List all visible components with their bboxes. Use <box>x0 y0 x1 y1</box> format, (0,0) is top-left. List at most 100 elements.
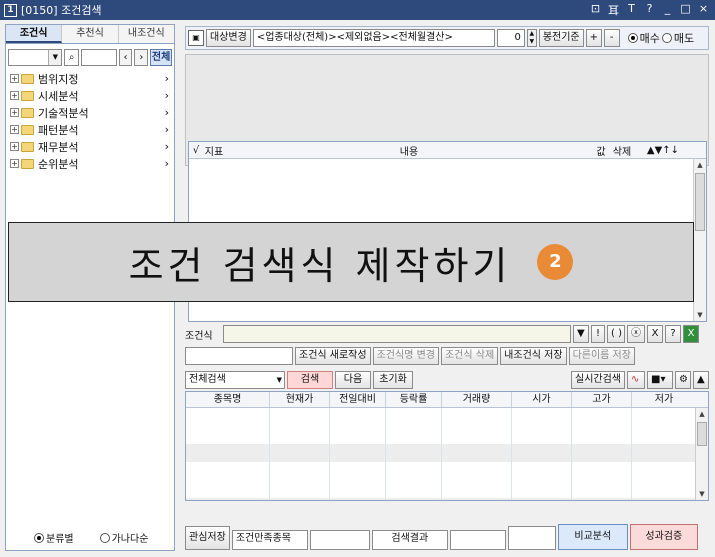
expand-icon[interactable]: + <box>10 142 19 151</box>
match-label: 조건만족종목 <box>231 530 308 550</box>
menu-icon[interactable]: ■▾ <box>647 371 673 389</box>
category-select[interactable]: ▼ <box>8 48 63 66</box>
condition-actions: 조건식 새로작성 조건식명 변경 조건식 삭제 내조건식 저장 다른이름 저장 <box>185 346 709 366</box>
scroll-thumb[interactable] <box>695 173 705 231</box>
bar-count-input[interactable]: 0 <box>496 29 525 47</box>
radio-sell[interactable]: 매도 <box>661 30 694 46</box>
col-open[interactable]: 시가 <box>512 392 572 407</box>
radio-by-category[interactable]: 분류별 <box>34 530 74 545</box>
next-button[interactable]: › <box>134 48 149 66</box>
scrollbar[interactable]: ▲ ▼ <box>695 408 708 500</box>
result-rows <box>186 408 696 500</box>
tree-item[interactable]: + 범위지정 › <box>6 70 174 87</box>
maximize-icon[interactable]: □ <box>680 2 691 18</box>
scrollbar[interactable]: ▲ ▼ <box>693 159 706 321</box>
expand-icon[interactable]: + <box>10 91 19 100</box>
prev-button[interactable]: ‹ <box>118 48 133 66</box>
help-icon[interactable]: ? <box>644 2 655 18</box>
minimize-icon[interactable]: _ <box>662 2 673 18</box>
collapse-icon[interactable]: ▲ <box>693 371 709 389</box>
expand-icon[interactable]: + <box>10 74 19 83</box>
scroll-up-icon[interactable]: ▲ <box>694 159 706 171</box>
next-page-button[interactable]: 다음 <box>335 371 371 389</box>
tab-my-condition[interactable]: 내조건식 <box>119 25 174 43</box>
save-condition-button[interactable]: 내조건식 저장 <box>500 347 567 365</box>
realtime-search-button[interactable]: 실시간검색 <box>571 371 625 389</box>
expand-icon[interactable]: + <box>10 159 19 168</box>
help-button[interactable]: ? <box>665 325 681 343</box>
col-volume[interactable]: 거래량 <box>442 392 512 407</box>
col-delete[interactable]: 삭제 <box>609 143 635 158</box>
col-change[interactable]: 전일대비 <box>330 392 386 407</box>
plus-button[interactable]: + <box>585 29 602 47</box>
clear-button[interactable]: X <box>647 325 663 343</box>
col-rate[interactable]: 등락률 <box>386 392 442 407</box>
close-icon[interactable]: × <box>698 2 709 18</box>
dropdown-button[interactable]: ▼ <box>573 325 589 343</box>
col-value[interactable]: 값 <box>593 143 609 158</box>
xor-button[interactable]: ⓧ <box>627 325 645 343</box>
tree-item[interactable]: + 기술적분석 › <box>6 104 174 121</box>
scroll-down-icon[interactable]: ▼ <box>696 488 708 500</box>
radio-buy[interactable]: 매수 <box>627 30 660 46</box>
search-input[interactable] <box>81 48 117 66</box>
radio-icon <box>99 532 110 543</box>
tab-condition[interactable]: 조건식 <box>6 25 63 43</box>
search-scope-select[interactable]: 전체검색 ▼ <box>185 371 285 389</box>
chart-icon[interactable]: ∿ <box>627 371 645 389</box>
delete-condition-button[interactable]: 조건식 삭제 <box>440 347 499 365</box>
folder-icon <box>21 73 34 84</box>
reset-button[interactable]: 초기화 <box>373 371 413 389</box>
paren-button[interactable]: ( ) <box>607 325 625 343</box>
search-icon[interactable]: ⌕ <box>64 48 80 66</box>
search-button[interactable]: 검색 <box>287 371 333 389</box>
condition-label: 조건식 <box>185 330 213 342</box>
col-order[interactable]: ▲▼↑↓ <box>635 145 691 156</box>
table-col <box>512 408 572 500</box>
scroll-thumb[interactable] <box>697 422 707 446</box>
scroll-down-icon[interactable]: ▼ <box>694 309 706 321</box>
minus-button[interactable]: - <box>603 29 620 47</box>
col-content[interactable]: 내용 <box>225 143 593 158</box>
tree-item[interactable]: + 순위분석 › <box>6 155 174 172</box>
folder-icon <box>21 107 34 118</box>
expand-icon[interactable]: + <box>10 125 19 134</box>
tree-item[interactable]: + 재무분석 › <box>6 138 174 155</box>
col-check[interactable]: √ <box>189 145 203 156</box>
compare-button[interactable]: 비교분석 <box>557 524 628 550</box>
restore-icon[interactable]: ⊡ <box>590 2 601 18</box>
spinner-icon[interactable]: ▲ ▼ <box>526 29 537 47</box>
condition-input[interactable] <box>223 325 571 343</box>
col-stock-name[interactable]: 종목명 <box>186 392 270 407</box>
excel-icon[interactable]: X <box>683 325 699 343</box>
radio-alphabetical[interactable]: 가나다순 <box>99 530 148 545</box>
table-col <box>186 408 270 500</box>
save-as-button[interactable]: 다른이름 저장 <box>568 347 635 365</box>
scroll-up-icon[interactable]: ▲ <box>696 408 708 420</box>
gear-icon[interactable]: ⚙ <box>675 371 691 389</box>
condition-name-input[interactable] <box>185 347 293 365</box>
tree-item[interactable]: + 패턴분석 › <box>6 121 174 138</box>
not-button[interactable]: ! <box>591 325 605 343</box>
show-all-button[interactable]: 전체 <box>150 48 172 66</box>
col-high[interactable]: 고가 <box>572 392 632 407</box>
title-bar: 1 [0150] 조건검색 ⊡ 耳 T ? _ □ × <box>0 0 715 20</box>
chevron-right-icon: › <box>164 123 169 136</box>
pin-icon[interactable]: 耳 <box>608 2 619 18</box>
new-condition-button[interactable]: 조건식 새로작성 <box>295 347 371 365</box>
tab-recommend[interactable]: 추천식 <box>62 25 119 43</box>
change-target-button[interactable]: 대상변경 <box>206 29 251 47</box>
tree-item-label: 범위지정 <box>38 72 79 86</box>
tree-item[interactable]: + 시세분석 › <box>6 87 174 104</box>
verify-button[interactable]: 성과검증 <box>629 524 698 550</box>
chevron-right-icon: › <box>164 157 169 170</box>
layout-icon[interactable]: ▣ <box>188 30 204 46</box>
col-price[interactable]: 현재가 <box>270 392 330 407</box>
save-interest-button[interactable]: 관심저장 <box>185 526 230 550</box>
caption-overlay: 조건 검색식 제작하기 2 <box>8 222 694 302</box>
col-indicator[interactable]: 지표 <box>203 143 225 158</box>
font-icon[interactable]: T <box>626 2 637 18</box>
rename-condition-button[interactable]: 조건식명 변경 <box>372 347 439 365</box>
col-low[interactable]: 저가 <box>632 392 696 407</box>
expand-icon[interactable]: + <box>10 108 19 117</box>
